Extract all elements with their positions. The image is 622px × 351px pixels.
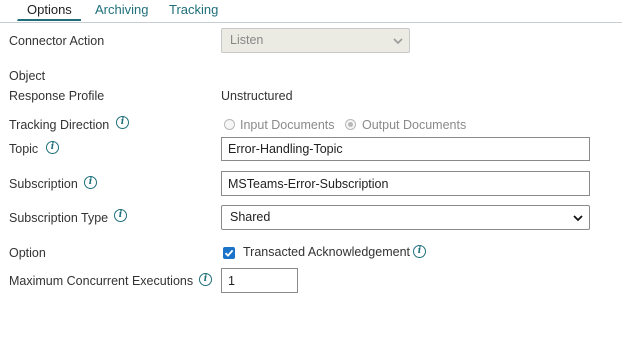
connector-action-label: Connector Action [9, 34, 105, 48]
topic-label: Topic [9, 142, 39, 156]
tab-archiving[interactable]: Archiving [95, 2, 148, 17]
option-label: Option [9, 246, 46, 260]
connector-action-value: Listen [230, 33, 264, 47]
input-documents-radio[interactable] [224, 119, 235, 130]
connector-action-select[interactable]: Listen [221, 28, 410, 53]
output-documents-radio[interactable] [345, 119, 356, 130]
topic-input[interactable]: Error-Handling-Topic [221, 137, 590, 161]
response-profile-value: Unstructured [221, 89, 293, 103]
topic-input-value: Error-Handling-Topic [228, 142, 343, 156]
input-documents-label: Input Documents [240, 118, 335, 132]
info-icon[interactable]: i [116, 116, 129, 129]
max-concurrent-input[interactable]: 1 [221, 268, 298, 293]
max-concurrent-value: 1 [228, 273, 235, 288]
chevron-down-icon [393, 37, 403, 44]
tab-options[interactable]: Options [17, 2, 81, 21]
info-icon[interactable]: i [84, 176, 97, 189]
subscription-type-label: Subscription Type [9, 211, 109, 225]
info-icon[interactable]: i [199, 273, 212, 286]
max-concurrent-label: Maximum Concurrent Executions [9, 274, 194, 288]
transacted-ack-checkbox[interactable] [223, 247, 235, 259]
checkmark-icon [224, 249, 234, 257]
transacted-ack-label: Transacted Acknowledgement [243, 245, 410, 259]
object-label: Object [9, 69, 46, 83]
subscription-type-select[interactable]: Shared [221, 205, 590, 230]
tracking-direction-label: Tracking Direction [9, 118, 110, 132]
output-documents-label: Output Documents [362, 118, 467, 132]
tab-tracking[interactable]: Tracking [169, 2, 218, 17]
subscription-label: Subscription [9, 177, 78, 191]
info-icon[interactable]: i [46, 141, 59, 154]
chevron-down-icon [573, 214, 583, 221]
subscription-type-value: Shared [230, 210, 271, 224]
response-profile-label: Response Profile [9, 89, 105, 103]
info-icon[interactable]: i [114, 209, 127, 222]
info-icon[interactable]: i [413, 245, 426, 258]
subscription-input-value: MSTeams-Error-Subscription [228, 176, 389, 191]
subscription-input[interactable]: MSTeams-Error-Subscription [221, 171, 590, 196]
tab-bar: Options Archiving Tracking [0, 0, 622, 23]
